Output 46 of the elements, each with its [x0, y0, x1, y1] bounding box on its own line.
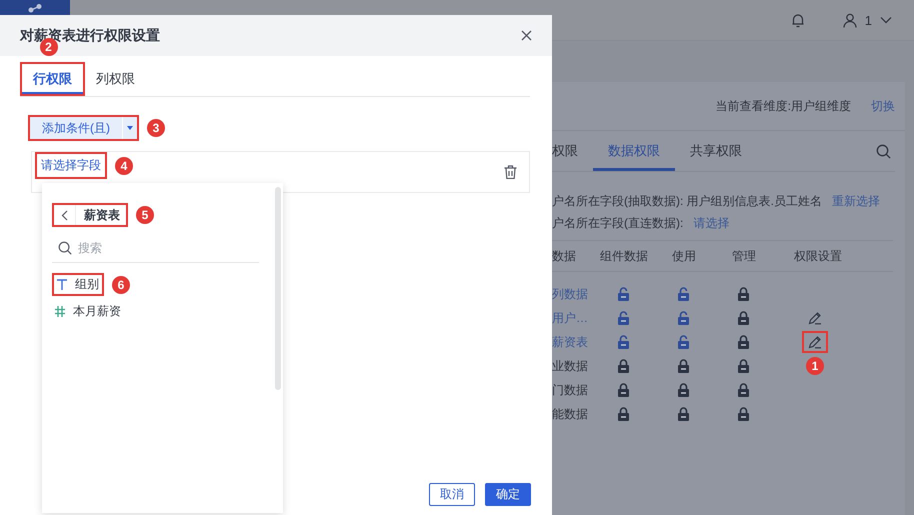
- field-select-link[interactable]: 请选择字段: [37, 154, 105, 177]
- caret-icon: [127, 126, 133, 130]
- user-icon[interactable]: [842, 12, 857, 28]
- field-link[interactable]: 重新选择: [832, 193, 880, 210]
- close-icon[interactable]: [521, 30, 532, 41]
- column-header: 使用: [672, 248, 697, 264]
- chevron-left-icon: [61, 210, 68, 220]
- table-cell-text: 业数据: [552, 358, 589, 374]
- table-name: 薪资表: [84, 206, 121, 224]
- table-link[interactable]: 用户…: [552, 310, 600, 326]
- field-option[interactable]: 本月薪资: [52, 302, 124, 321]
- tab[interactable]: 列权限: [85, 62, 146, 96]
- text-type-icon: [57, 279, 67, 290]
- table-cell-text: 门数据: [552, 382, 589, 398]
- table-link[interactable]: 薪资表: [552, 334, 600, 350]
- table-cell-text: 能数据: [552, 406, 589, 422]
- bell-icon[interactable]: [790, 12, 805, 28]
- field-option[interactable]: 组别: [54, 275, 102, 294]
- field-label: 户名所在字段(直连数据):: [552, 215, 684, 232]
- field-link[interactable]: 请选择: [693, 215, 730, 232]
- tab[interactable]: 共享权限: [675, 131, 757, 171]
- pencil-icon[interactable]: [808, 335, 822, 349]
- step-badge: 6: [112, 276, 130, 294]
- column-header: 数据: [552, 248, 577, 264]
- column-header: 管理: [732, 248, 757, 264]
- dimension-label: 当前查看维度:用户组维度: [716, 98, 851, 114]
- tab[interactable]: 行权限: [22, 64, 83, 94]
- user-name[interactable]: 1: [864, 12, 872, 28]
- column-header: 权限设置: [794, 248, 843, 264]
- field-label: 户名所在字段(抽取数据): 用户组别信息表.员工姓名: [552, 193, 822, 210]
- column-header: 组件数据: [600, 248, 649, 264]
- search-icon[interactable]: [876, 144, 891, 158]
- trash-icon[interactable]: [504, 165, 517, 179]
- table-link[interactable]: 列数据: [552, 286, 600, 302]
- step-badge: 1: [806, 357, 824, 375]
- pencil-icon[interactable]: [808, 311, 822, 325]
- step-badge: 5: [136, 206, 154, 224]
- chevron-down-icon[interactable]: [880, 16, 892, 24]
- tab[interactable]: 数据权限: [593, 131, 675, 171]
- search-icon: [58, 241, 72, 255]
- step-badge: 4: [115, 156, 133, 174]
- switch-link[interactable]: 切换: [871, 98, 895, 114]
- cancel-button[interactable]: 取消: [429, 483, 475, 506]
- confirm-button[interactable]: 确定: [485, 483, 531, 506]
- hash-icon: [55, 306, 65, 317]
- step-badge: 3: [147, 119, 165, 137]
